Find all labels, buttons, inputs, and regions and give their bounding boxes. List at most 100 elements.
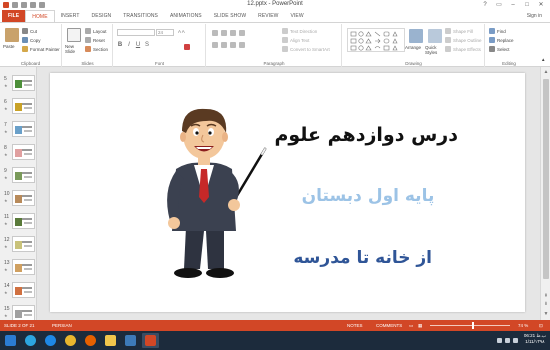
- align-text-button[interactable]: Align Text: [282, 37, 309, 43]
- slide-thumbnail[interactable]: 14 ★: [0, 281, 36, 301]
- scroll-down-icon[interactable]: ▼: [542, 311, 550, 318]
- scroll-up-icon[interactable]: ▲: [542, 69, 550, 76]
- copy-button[interactable]: Copy: [22, 37, 41, 43]
- taskbar-internet-explorer[interactable]: [42, 333, 59, 348]
- find-button[interactable]: Find: [489, 28, 506, 34]
- slide-title[interactable]: درس دوازدهم علوم: [274, 124, 458, 146]
- grow-font-icon[interactable]: A A: [178, 29, 185, 34]
- slide-thumbnail[interactable]: 6 ★: [0, 97, 36, 117]
- slide-thumbnail[interactable]: 11 ★: [0, 212, 36, 232]
- underline-button[interactable]: U: [135, 42, 141, 48]
- layout-button[interactable]: Layout: [85, 28, 107, 34]
- justify-icon[interactable]: [239, 42, 245, 48]
- slide-thumbnail[interactable]: 15 ★: [0, 304, 36, 320]
- arrange-button[interactable]: Arrange: [405, 45, 421, 50]
- tab-transitions[interactable]: TRANSITIONS: [117, 10, 164, 22]
- fit-slide-icon[interactable]: ⊡: [539, 323, 543, 329]
- network-icon[interactable]: [497, 338, 502, 343]
- system-tray[interactable]: [497, 338, 518, 343]
- select-button[interactable]: Select: [489, 46, 510, 52]
- tab-view[interactable]: VIEW: [284, 10, 309, 22]
- tab-insert[interactable]: INSERT: [55, 10, 86, 22]
- tab-slide-show[interactable]: SLIDE SHOW: [208, 10, 252, 22]
- slide-sorter-icon[interactable]: ▦: [418, 323, 422, 329]
- increase-indent-icon[interactable]: [239, 30, 245, 36]
- shape-effects-button[interactable]: Shape Effects: [445, 46, 481, 52]
- close-button[interactable]: ✕: [535, 1, 547, 9]
- new-slide-icon[interactable]: [67, 28, 81, 42]
- bold-button[interactable]: B: [117, 42, 123, 48]
- decrease-indent-icon[interactable]: [230, 30, 236, 36]
- font-color-icon[interactable]: [184, 44, 190, 50]
- text-direction-button[interactable]: Text Direction: [282, 28, 317, 34]
- slide-thumbnail[interactable]: 10 ★: [0, 189, 36, 209]
- paste-button[interactable]: Paste: [3, 44, 15, 49]
- sign-in-link[interactable]: Sign in: [527, 13, 542, 19]
- start-button[interactable]: [2, 333, 19, 348]
- font-size-field[interactable]: 24: [156, 29, 174, 36]
- slide-thumbnails-pane[interactable]: 5 ★ 6 ★ 7 ★ 8 ★ 9 ★ 10 ★ 11 ★ 12 ★ 13 ★ 14 ★ 15 ★: [0, 67, 37, 320]
- notes-button[interactable]: NOTES: [347, 323, 363, 328]
- tab-design[interactable]: DESIGN: [86, 10, 118, 22]
- shapes-gallery[interactable]: [347, 28, 405, 52]
- replace-button[interactable]: Replace: [489, 37, 514, 43]
- zoom-level[interactable]: 74 %: [518, 323, 528, 328]
- minimize-button[interactable]: –: [507, 1, 519, 9]
- paste-icon[interactable]: [5, 28, 19, 42]
- flag-icon[interactable]: [513, 338, 518, 343]
- tab-animations[interactable]: ANIMATIONS: [164, 10, 208, 22]
- language-indicator[interactable]: PERSIAN: [52, 323, 72, 328]
- align-right-icon[interactable]: [230, 42, 236, 48]
- help-button[interactable]: ?: [479, 1, 491, 9]
- align-left-icon[interactable]: [212, 42, 218, 48]
- taskbar-file-explorer[interactable]: [102, 333, 119, 348]
- slide-lesson-title[interactable]: از خانه تا مدرسه: [293, 248, 432, 268]
- shadow-button[interactable]: S: [144, 42, 150, 48]
- slide-thumbnail[interactable]: 8 ★: [0, 143, 36, 163]
- clock[interactable]: 06:21 ب.ظ 1/11/۱۳۹۸: [524, 333, 546, 345]
- taskbar-media-player[interactable]: [122, 333, 139, 348]
- scroll-thumb[interactable]: [543, 79, 549, 279]
- convert-smartart-button[interactable]: Convert to SmartArt: [282, 46, 330, 52]
- slide-thumbnail[interactable]: 5 ★: [0, 74, 36, 94]
- zoom-slider[interactable]: [430, 325, 510, 326]
- numbering-icon[interactable]: [221, 30, 227, 36]
- volume-icon[interactable]: [505, 338, 510, 343]
- slide-thumbnail[interactable]: 9 ★: [0, 166, 36, 186]
- prev-slide-icon[interactable]: ⇞: [542, 293, 550, 300]
- normal-view-icon[interactable]: ▭: [409, 323, 413, 329]
- shape-fill-button[interactable]: Shape Fill: [445, 28, 473, 34]
- taskbar-chrome[interactable]: [62, 333, 79, 348]
- tab-review[interactable]: REVIEW: [252, 10, 284, 22]
- tab-home[interactable]: HOME: [25, 10, 55, 22]
- slide-editor-area[interactable]: درس دوازدهم علوم پایه اول دبستان از خانه…: [38, 67, 540, 320]
- italic-button[interactable]: I: [126, 42, 132, 48]
- taskbar-telegram[interactable]: [22, 333, 39, 348]
- align-center-icon[interactable]: [221, 42, 227, 48]
- comments-button[interactable]: COMMENTS: [376, 323, 402, 328]
- ribbon-display-button[interactable]: ▭: [493, 1, 505, 9]
- next-slide-icon[interactable]: ⇟: [542, 301, 550, 308]
- cut-button[interactable]: Cut: [22, 28, 37, 34]
- new-slide-button[interactable]: New Slide: [65, 44, 85, 54]
- shape-outline-button[interactable]: Shape Outline: [445, 37, 482, 43]
- slide-thumbnail[interactable]: 7 ★: [0, 120, 36, 140]
- taskbar-firefox[interactable]: [82, 333, 99, 348]
- bullets-icon[interactable]: [212, 30, 218, 36]
- quick-styles-button[interactable]: Quick Styles: [425, 45, 445, 55]
- arrange-icon[interactable]: [409, 29, 423, 43]
- slide-thumbnail[interactable]: 13 ★: [0, 258, 36, 278]
- zoom-slider-handle[interactable]: [472, 322, 474, 329]
- taskbar-powerpoint[interactable]: [142, 333, 159, 348]
- format-painter-button[interactable]: Format Painter: [22, 46, 60, 52]
- font-name-field[interactable]: [117, 29, 155, 36]
- tab-file[interactable]: FILE: [2, 10, 26, 22]
- section-button[interactable]: Section: [85, 46, 108, 52]
- teacher-illustration[interactable]: [148, 99, 278, 284]
- vertical-scrollbar[interactable]: ▲ ⇞ ⇟ ▼: [540, 67, 550, 320]
- current-slide[interactable]: درس دوازدهم علوم پایه اول دبستان از خانه…: [50, 73, 525, 312]
- maximize-button[interactable]: □: [521, 1, 533, 9]
- reset-button[interactable]: Reset: [85, 37, 105, 43]
- slide-thumbnail[interactable]: 12 ★: [0, 235, 36, 255]
- collapse-ribbon-icon[interactable]: ▲: [541, 57, 545, 62]
